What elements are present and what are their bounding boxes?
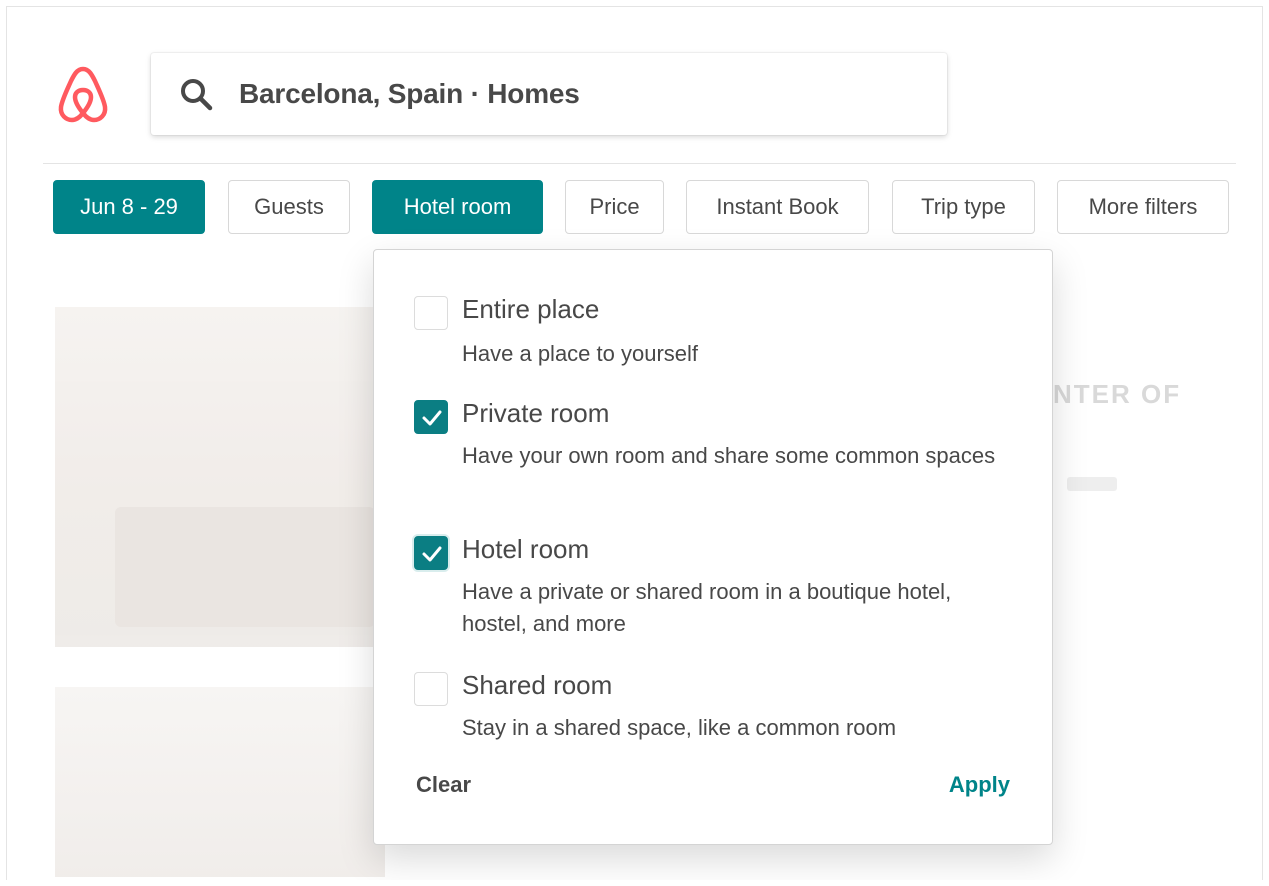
listing-photo-detail xyxy=(115,507,375,627)
listing-card-image[interactable] xyxy=(55,687,385,877)
room-type-dropdown: Entire place Have a place to yourself Pr… xyxy=(373,249,1053,845)
option-description: Have a place to yourself xyxy=(462,341,699,366)
search-query-text: Barcelona, Spain · Homes xyxy=(239,78,580,109)
hotel-room-checkbox[interactable] xyxy=(414,536,448,570)
entire-place-checkbox[interactable] xyxy=(414,296,448,330)
option-title: Private room xyxy=(462,398,610,428)
listing-card-image[interactable] xyxy=(55,307,385,647)
checkmark-icon xyxy=(422,546,442,562)
filter-trip-type-button[interactable]: Trip type xyxy=(892,180,1035,234)
search-bar[interactable]: Barcelona, Spain · Homes xyxy=(151,53,947,135)
private-room-checkbox[interactable] xyxy=(414,400,448,434)
option-description: Have a private or shared room in a bouti… xyxy=(462,579,952,636)
option-title: Entire place xyxy=(462,294,600,324)
filter-price-button[interactable]: Price xyxy=(565,180,664,234)
filter-more-button[interactable]: More filters xyxy=(1057,180,1229,234)
listing-title-fragment: NTER OF xyxy=(1053,379,1182,409)
filter-guests-button[interactable]: Guests xyxy=(228,180,350,234)
option-description: Have your own room and share some common… xyxy=(462,443,996,468)
filter-room-type-button[interactable]: Hotel room xyxy=(372,180,543,234)
apply-button[interactable]: Apply xyxy=(949,772,1010,798)
clear-button[interactable]: Clear xyxy=(416,772,471,798)
listing-subtitle-fragment xyxy=(1067,477,1117,491)
search-icon xyxy=(179,77,213,111)
option-title: Shared room xyxy=(462,670,613,700)
filter-dates-button[interactable]: Jun 8 - 29 xyxy=(53,180,205,234)
option-description: Stay in a shared space, like a common ro… xyxy=(462,715,897,740)
airbnb-logo-icon[interactable] xyxy=(55,63,111,123)
shared-room-checkbox[interactable] xyxy=(414,672,448,706)
header-divider xyxy=(43,163,1236,164)
filter-instant-book-button[interactable]: Instant Book xyxy=(686,180,869,234)
checkmark-icon xyxy=(422,410,442,426)
option-title: Hotel room xyxy=(462,534,590,564)
app-frame: Barcelona, Spain · Homes Jun 8 - 29 Gues… xyxy=(6,6,1263,880)
